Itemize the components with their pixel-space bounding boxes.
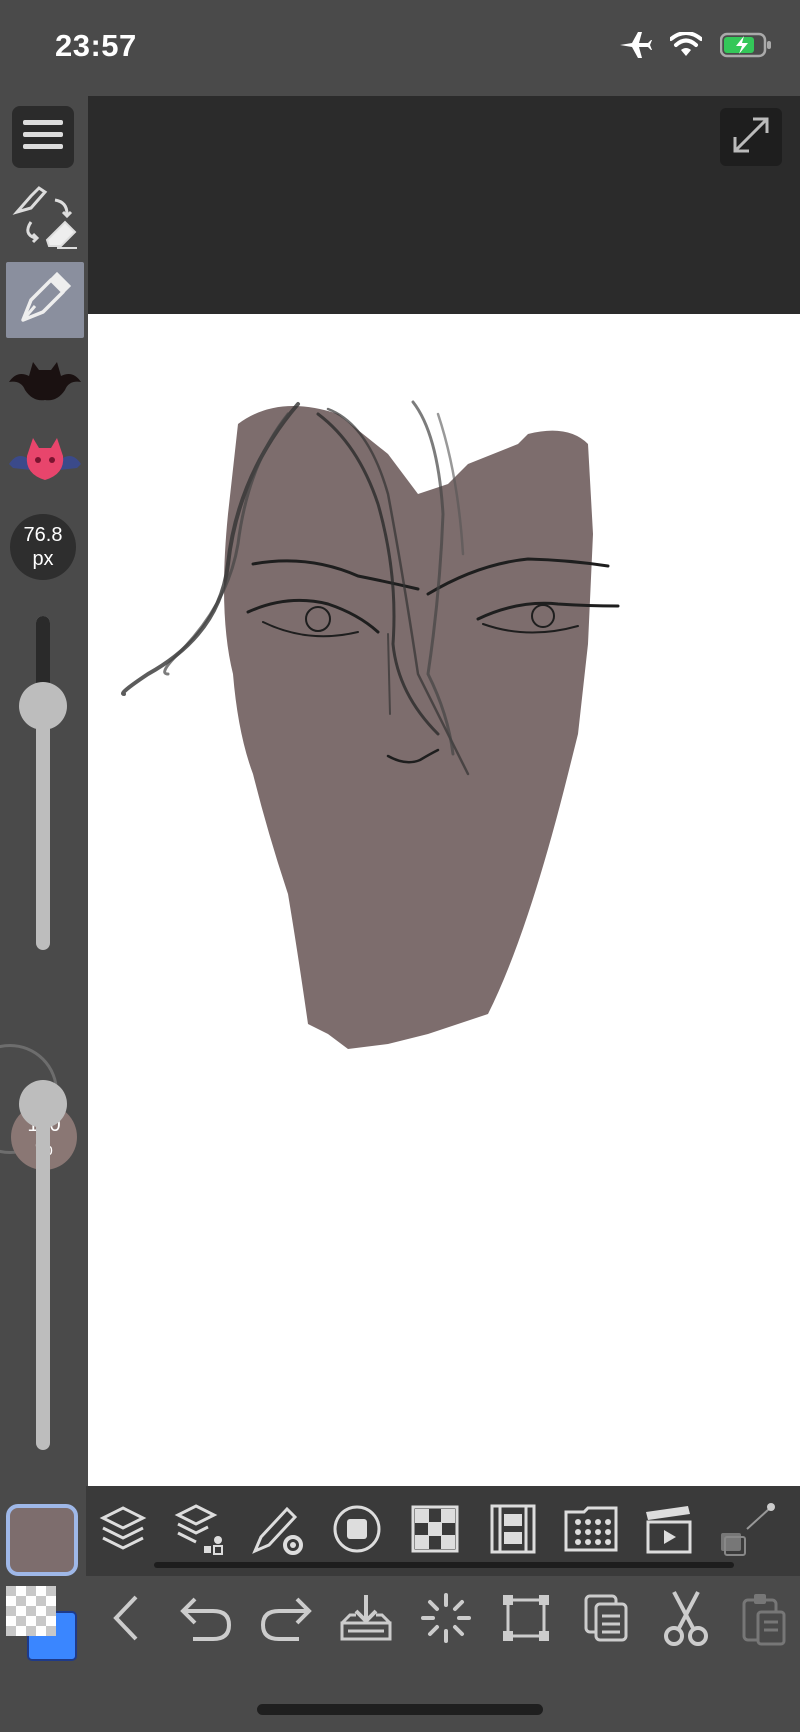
filmstrip-button[interactable] [484, 1502, 542, 1560]
pen-eraser-swap-icon [9, 182, 81, 259]
hamburger-menu-icon [23, 118, 63, 157]
loading-spinner-icon [419, 1591, 473, 1650]
airplane-icon [618, 30, 652, 60]
toolbar-scroll-indicator[interactable] [154, 1562, 734, 1568]
pink-bat-brush-icon [7, 430, 83, 491]
material-tiles-button[interactable] [406, 1502, 464, 1560]
black-bat-brush-button[interactable] [6, 342, 84, 418]
home-indicator[interactable] [257, 1704, 543, 1715]
left-tool-rail: 76.8 px 100 % [0, 96, 86, 1576]
black-bat-brush-icon [7, 352, 83, 409]
redo-icon [259, 1593, 313, 1648]
reference-icon [717, 1501, 777, 1562]
color-pair-button[interactable] [6, 1586, 78, 1661]
opacity-slider[interactable] [36, 1096, 50, 1450]
back-button[interactable] [96, 1590, 156, 1650]
brush-size-unit: px [32, 548, 54, 570]
clock: 23:57 [55, 28, 137, 63]
brush-settings-button[interactable] [250, 1502, 308, 1560]
menu-button[interactable] [12, 106, 74, 168]
canvas-surround [88, 96, 800, 314]
layer-properties-button[interactable] [172, 1502, 230, 1560]
loading-spinner-button[interactable] [416, 1590, 476, 1650]
undo-icon [179, 1593, 233, 1648]
paste-button[interactable] [734, 1590, 794, 1650]
filmstrip-icon [490, 1504, 536, 1559]
cut-button[interactable] [656, 1590, 716, 1650]
layer-properties-icon [174, 1502, 228, 1561]
save-download-icon [338, 1593, 394, 1648]
pen-tool-icon [17, 270, 73, 331]
brush-size-value: 76.8 [23, 524, 63, 546]
secondary-toolbar [86, 1486, 800, 1576]
pink-bat-brush-button[interactable] [6, 422, 84, 498]
pen-eraser-swap-button[interactable] [6, 182, 84, 258]
expand-button[interactable] [720, 108, 782, 166]
grid-dots-button[interactable] [562, 1502, 620, 1560]
save-download-button[interactable] [336, 1590, 396, 1650]
expand-diagonal-icon [731, 115, 771, 160]
transform-button[interactable] [496, 1590, 556, 1650]
paste-icon [740, 1590, 788, 1651]
wifi-icon [670, 32, 702, 58]
status-icons [618, 30, 772, 60]
status-bar: 23:57 [0, 0, 800, 96]
drawing-canvas[interactable] [88, 314, 800, 1486]
color-circle-button[interactable] [328, 1502, 386, 1560]
artwork [121, 400, 620, 1049]
copy-button[interactable] [576, 1590, 636, 1650]
redo-button[interactable] [256, 1590, 316, 1650]
reference-button[interactable] [718, 1502, 776, 1560]
grid-dots-icon [564, 1506, 618, 1557]
main-toolbar [0, 1576, 800, 1732]
opacity-slider-knob[interactable] [19, 1080, 67, 1128]
pen-tool-button[interactable] [6, 262, 84, 338]
back-icon [106, 1593, 146, 1648]
cut-icon [662, 1590, 710, 1651]
current-color-swatch[interactable] [6, 1504, 78, 1576]
copy-icon [582, 1592, 630, 1649]
brush-settings-icon [251, 1501, 307, 1562]
clapperboard-icon [644, 1504, 694, 1559]
brush-size-slider-knob[interactable] [19, 682, 67, 730]
clapperboard-button[interactable] [640, 1502, 698, 1560]
battery-charging-icon [720, 32, 772, 58]
color-circle-icon [331, 1503, 383, 1560]
layers-button[interactable] [94, 1502, 152, 1560]
brush-size-badge[interactable]: 76.8 px [10, 514, 76, 580]
color-pair-icon [6, 1586, 78, 1670]
transform-icon [500, 1592, 552, 1649]
layers-icon [99, 1504, 147, 1559]
brush-size-slider[interactable] [36, 616, 50, 950]
material-tiles-icon [411, 1505, 459, 1558]
undo-button[interactable] [176, 1590, 236, 1650]
